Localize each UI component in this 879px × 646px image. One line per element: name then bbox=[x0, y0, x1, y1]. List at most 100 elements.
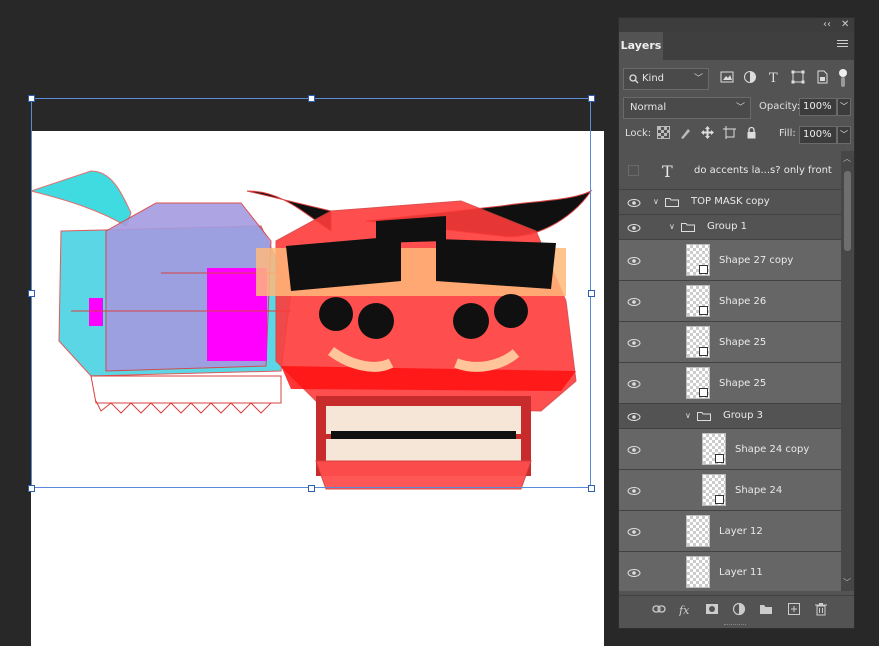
layer-row[interactable]: Shape 24 copy bbox=[619, 429, 841, 470]
layers-scrollbar[interactable]: ︿ ﹀ bbox=[841, 151, 854, 591]
layer-row[interactable]: ∨ Group 1 bbox=[619, 215, 841, 240]
lion-mask-artwork[interactable] bbox=[31, 131, 604, 646]
layer-name[interactable]: Layer 12 bbox=[719, 526, 763, 537]
eye-icon[interactable] bbox=[627, 410, 641, 424]
lock-pixels-icon[interactable] bbox=[679, 126, 692, 139]
scrollbar-thumb[interactable] bbox=[844, 171, 851, 251]
shape-badge-icon bbox=[699, 347, 708, 356]
filter-kind-label: Kind bbox=[642, 73, 665, 84]
fill-dropdown-chevron-icon[interactable]: ﹀ bbox=[837, 126, 851, 144]
lock-transparent-icon[interactable] bbox=[657, 126, 670, 139]
smart-object-filter-icon[interactable] bbox=[815, 70, 829, 84]
layer-row[interactable]: Shape 25 bbox=[619, 363, 841, 404]
layer-thumbnail bbox=[702, 474, 726, 506]
layer-name[interactable]: TOP MASK copy bbox=[691, 196, 770, 207]
panel-resize-grip[interactable] bbox=[724, 624, 746, 628]
layer-thumbnail bbox=[686, 367, 710, 399]
opacity-label: Opacity: bbox=[759, 101, 801, 112]
eye-icon[interactable] bbox=[627, 221, 641, 235]
tab-layers[interactable]: Layers bbox=[619, 32, 663, 60]
scroll-down-icon[interactable]: ﹀ bbox=[843, 577, 851, 588]
blend-mode-dropdown[interactable]: Normal ﹀ bbox=[623, 97, 751, 119]
chevron-down-icon[interactable]: ∨ bbox=[685, 411, 691, 420]
opacity-dropdown-chevron-icon[interactable]: ﹀ bbox=[837, 98, 851, 116]
layer-row[interactable]: Shape 25 bbox=[619, 322, 841, 363]
delete-layer-icon[interactable] bbox=[814, 602, 828, 616]
folder-icon bbox=[681, 223, 695, 232]
new-group-icon[interactable] bbox=[759, 602, 773, 616]
layer-row[interactable]: Shape 26 bbox=[619, 281, 841, 322]
eye-icon[interactable] bbox=[627, 566, 641, 580]
panel-tab-bar: Layers bbox=[619, 32, 854, 60]
collapse-panel-icon[interactable]: ‹‹ bbox=[823, 18, 831, 32]
layer-row[interactable]: Shape 24 bbox=[619, 470, 841, 511]
fx-icon[interactable]: fx bbox=[679, 602, 693, 616]
image-filter-icon[interactable] bbox=[720, 70, 734, 84]
filter-toggle-icon[interactable] bbox=[838, 68, 848, 88]
link-layers-icon[interactable] bbox=[652, 602, 666, 616]
layer-row[interactable]: T do accents la...s? only front bbox=[619, 151, 841, 190]
lock-artboard-icon[interactable] bbox=[723, 126, 736, 139]
chevron-down-icon[interactable]: ∨ bbox=[669, 222, 675, 231]
scroll-up-icon[interactable]: ︿ bbox=[843, 153, 851, 164]
front-head-shape bbox=[246, 189, 593, 490]
eye-icon[interactable] bbox=[627, 377, 641, 391]
panel-menu-icon[interactable] bbox=[837, 40, 848, 49]
canvas-area[interactable] bbox=[0, 0, 618, 646]
layer-name[interactable]: Shape 26 bbox=[719, 296, 766, 307]
adjustment-layer-icon[interactable] bbox=[732, 602, 746, 616]
eye-icon[interactable] bbox=[627, 525, 641, 539]
transform-handle-bottom-left[interactable] bbox=[28, 485, 35, 492]
fill-field[interactable]: 100% bbox=[799, 126, 837, 144]
eye-icon[interactable] bbox=[627, 196, 641, 210]
transform-handle-bottom-right[interactable] bbox=[588, 485, 595, 492]
new-layer-icon[interactable] bbox=[787, 602, 801, 616]
transform-handle-top-right[interactable] bbox=[588, 95, 595, 102]
eye-icon[interactable] bbox=[627, 254, 641, 268]
eye-icon[interactable] bbox=[627, 336, 641, 350]
layer-name[interactable]: Shape 25 bbox=[719, 337, 766, 348]
layers-list[interactable]: T do accents la...s? only front ∨ TOP MA… bbox=[619, 151, 841, 591]
layer-name[interactable]: Shape 24 bbox=[735, 485, 782, 496]
transform-handle-top-center[interactable] bbox=[308, 95, 315, 102]
opacity-field[interactable]: 100% bbox=[799, 98, 837, 116]
layer-name[interactable]: Shape 25 bbox=[719, 378, 766, 389]
transform-handle-middle-left[interactable] bbox=[28, 290, 35, 297]
add-mask-icon[interactable] bbox=[705, 602, 719, 616]
layer-name[interactable]: Layer 11 bbox=[719, 567, 763, 578]
text-layer-icon: T bbox=[662, 162, 673, 180]
filter-kind-dropdown[interactable]: Kind ﹀ bbox=[623, 68, 709, 90]
eye-icon[interactable] bbox=[627, 295, 641, 309]
close-panel-icon[interactable]: ✕ bbox=[841, 18, 849, 32]
layer-name[interactable]: Group 3 bbox=[723, 410, 763, 421]
fill-label: Fill: bbox=[779, 128, 796, 139]
layer-thumbnail bbox=[686, 556, 710, 588]
shape-filter-icon[interactable] bbox=[791, 70, 805, 84]
layer-row[interactable]: ∨ Group 3 bbox=[619, 404, 841, 429]
blend-mode-value: Normal bbox=[630, 102, 667, 113]
transform-handle-bottom-center[interactable] bbox=[308, 485, 315, 492]
chevron-down-icon[interactable]: ∨ bbox=[653, 197, 659, 206]
chevron-down-icon: ﹀ bbox=[735, 103, 745, 113]
document-canvas[interactable] bbox=[31, 131, 604, 646]
layer-row[interactable]: Layer 11 bbox=[619, 552, 841, 591]
adjustment-filter-icon[interactable] bbox=[743, 70, 757, 84]
lock-position-icon[interactable] bbox=[701, 126, 714, 139]
transform-handle-middle-right[interactable] bbox=[588, 290, 595, 297]
shape-badge-icon bbox=[699, 388, 708, 397]
layer-name[interactable]: Shape 24 copy bbox=[735, 444, 809, 455]
layer-row[interactable]: Shape 27 copy bbox=[619, 240, 841, 281]
eye-icon[interactable] bbox=[627, 484, 641, 498]
layer-row[interactable]: ∨ TOP MASK copy bbox=[619, 190, 841, 215]
layer-name[interactable]: Shape 27 copy bbox=[719, 255, 793, 266]
transform-handle-top-left[interactable] bbox=[28, 95, 35, 102]
eye-icon[interactable] bbox=[627, 443, 641, 457]
layer-name[interactable]: do accents la...s? only front bbox=[694, 165, 832, 176]
visibility-toggle-empty[interactable] bbox=[628, 165, 639, 176]
shape-badge-icon bbox=[699, 265, 708, 274]
layer-row[interactable]: Layer 12 bbox=[619, 511, 841, 552]
layer-name[interactable]: Group 1 bbox=[707, 221, 747, 232]
type-filter-icon[interactable]: T bbox=[767, 70, 781, 84]
folder-icon bbox=[697, 412, 711, 421]
lock-all-icon[interactable] bbox=[745, 126, 758, 139]
